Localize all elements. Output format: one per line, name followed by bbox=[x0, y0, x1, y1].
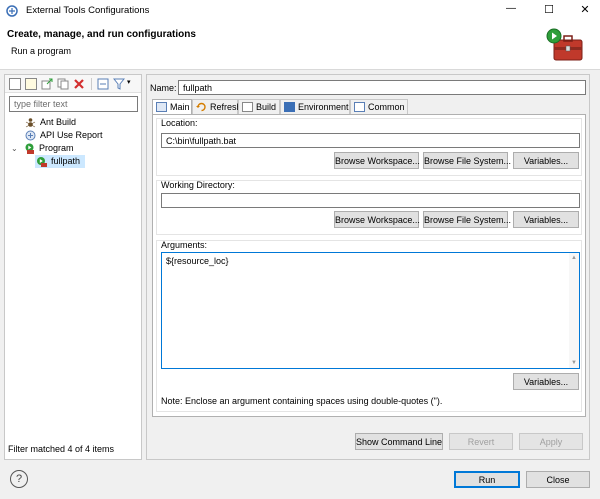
environment-tab-icon bbox=[284, 102, 295, 112]
tree-item-program[interactable]: ⌄ Program bbox=[11, 142, 140, 155]
program-config-icon bbox=[36, 156, 47, 167]
tab-common[interactable]: Common bbox=[350, 99, 408, 114]
arguments-scrollbar[interactable]: ▲ ▼ bbox=[569, 253, 579, 368]
tab-label: Environment bbox=[298, 102, 349, 112]
location-variables-button[interactable]: Variables... bbox=[513, 152, 579, 169]
arguments-variables-button[interactable]: Variables... bbox=[513, 373, 579, 390]
name-input[interactable]: fullpath bbox=[178, 80, 586, 95]
scroll-up-icon[interactable]: ▲ bbox=[571, 255, 577, 261]
collapse-all-icon[interactable] bbox=[97, 78, 109, 90]
main-tab-icon bbox=[156, 102, 167, 112]
tree-item-ant-build[interactable]: Ant Build bbox=[25, 116, 140, 129]
working-directory-input[interactable] bbox=[161, 193, 580, 208]
filter-input[interactable]: type filter text bbox=[9, 96, 138, 112]
arguments-text: ${resource_loc} bbox=[166, 256, 229, 266]
tree-item-label: API Use Report bbox=[40, 130, 103, 140]
tree-item-label: Ant Build bbox=[40, 117, 77, 127]
tree-item-label: Program bbox=[39, 143, 74, 153]
window-title: External Tools Configurations bbox=[26, 5, 150, 16]
tab-build[interactable]: Build bbox=[238, 99, 280, 114]
working-directory-browse-file-system-button[interactable]: Browse File System... bbox=[423, 211, 511, 228]
delete-icon[interactable] bbox=[73, 78, 85, 90]
tab-refresh[interactable]: Refresh bbox=[192, 99, 242, 114]
chevron-down-icon[interactable]: ⌄ bbox=[11, 142, 18, 155]
header-title: Create, manage, and run configurations bbox=[7, 29, 196, 40]
minimize-button[interactable]: — bbox=[500, 3, 522, 14]
location-browse-file-system-button[interactable]: Browse File System... bbox=[423, 152, 511, 169]
location-input[interactable]: C:\bin\fullpath.bat bbox=[161, 133, 580, 148]
location-browse-workspace-button[interactable]: Browse Workspace... bbox=[334, 152, 420, 169]
api-use-report-icon bbox=[25, 130, 36, 141]
name-label: Name: bbox=[150, 83, 177, 93]
filter-dropdown-icon[interactable]: ▾ bbox=[127, 78, 131, 86]
toolbar-separator bbox=[91, 78, 92, 90]
revert-button[interactable]: Revert bbox=[449, 433, 513, 450]
program-icon bbox=[24, 143, 35, 154]
list-toolbar: ▾ bbox=[5, 75, 141, 93]
ant-build-icon bbox=[25, 117, 36, 128]
toolbox-run-icon bbox=[546, 28, 586, 64]
help-button[interactable]: ? bbox=[10, 470, 28, 488]
app-icon bbox=[6, 5, 18, 17]
duplicate-icon[interactable] bbox=[57, 78, 69, 90]
tree-item-fullpath-row[interactable]: fullpath bbox=[36, 155, 140, 168]
tree-item-api-use-report[interactable]: API Use Report bbox=[25, 129, 140, 142]
common-tab-icon bbox=[354, 102, 365, 112]
run-button[interactable]: Run bbox=[454, 471, 520, 488]
tab-label: Common bbox=[368, 102, 405, 112]
tab-environment[interactable]: Environment bbox=[280, 99, 350, 114]
title-bar: External Tools Configurations — ☐ ✕ bbox=[0, 0, 600, 22]
working-directory-label: Working Directory: bbox=[161, 180, 235, 190]
arguments-textarea[interactable]: ${resource_loc} ▲ ▼ bbox=[161, 252, 580, 369]
arguments-note: Note: Enclose an argument containing spa… bbox=[161, 396, 443, 406]
main-tab-content: Location: C:\bin\fullpath.bat Browse Wor… bbox=[152, 114, 586, 417]
tab-label: Refresh bbox=[210, 102, 242, 112]
show-command-line-button[interactable]: Show Command Line bbox=[355, 433, 443, 450]
new-configuration-icon[interactable] bbox=[9, 78, 21, 90]
filter-status: Filter matched 4 of 4 items bbox=[8, 444, 115, 454]
tab-label: Main bbox=[170, 102, 190, 112]
maximize-button[interactable]: ☐ bbox=[538, 3, 560, 16]
working-directory-variables-button[interactable]: Variables... bbox=[513, 211, 579, 228]
header-banner: Create, manage, and run configurations R… bbox=[0, 22, 600, 70]
filter-icon[interactable] bbox=[112, 78, 126, 90]
apply-button[interactable]: Apply bbox=[519, 433, 583, 450]
tab-main[interactable]: Main bbox=[152, 99, 192, 115]
tab-bar: Main Refresh Build Environment Common bbox=[152, 99, 586, 115]
tab-label: Build bbox=[256, 102, 277, 112]
working-directory-browse-workspace-button[interactable]: Browse Workspace... bbox=[334, 211, 420, 228]
new-prototype-icon[interactable] bbox=[25, 78, 37, 90]
location-label: Location: bbox=[161, 118, 198, 128]
arguments-label: Arguments: bbox=[161, 240, 208, 250]
tree-item-label: fullpath bbox=[51, 156, 81, 166]
close-button[interactable]: Close bbox=[526, 471, 590, 488]
scroll-down-icon[interactable]: ▼ bbox=[571, 360, 577, 366]
refresh-tab-icon bbox=[196, 102, 207, 112]
close-window-button[interactable]: ✕ bbox=[574, 3, 596, 16]
configuration-editor: Name: fullpath Main Refresh Build Enviro… bbox=[146, 74, 590, 460]
configuration-list-panel: ▾ type filter text Ant Build API Use Rep… bbox=[4, 74, 142, 460]
build-tab-icon bbox=[242, 102, 253, 112]
header-subtitle: Run a program bbox=[11, 46, 72, 56]
export-icon[interactable] bbox=[41, 78, 53, 90]
